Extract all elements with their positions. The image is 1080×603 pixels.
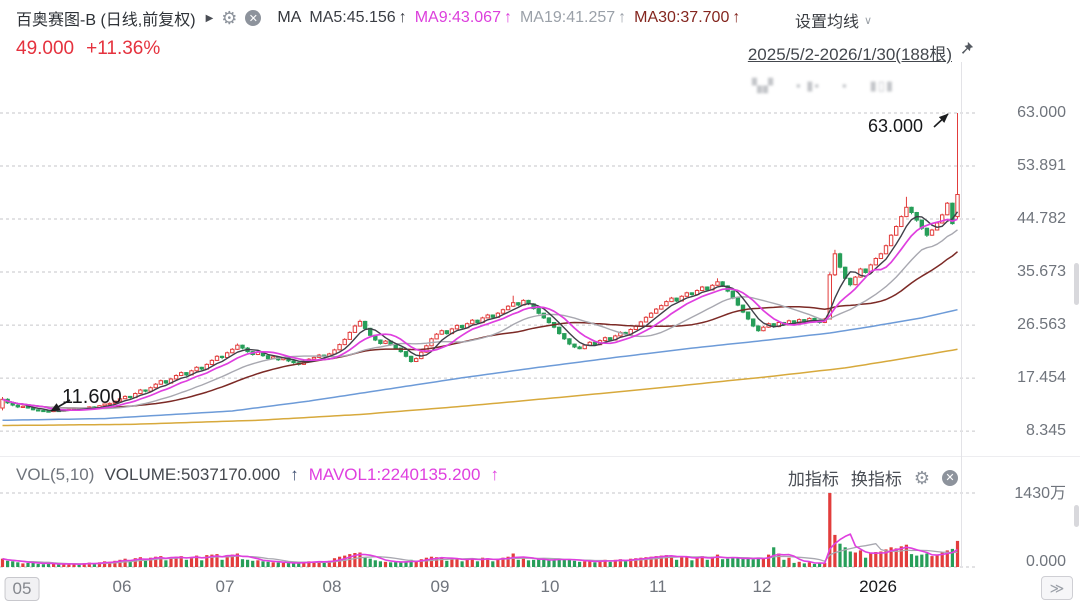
x-axis-label-05: 05 xyxy=(5,577,40,601)
ma19-legend: MA19:41.257↑ xyxy=(520,9,626,27)
price-axis-label: 26.563 xyxy=(974,316,1066,334)
chart-header: 百奥赛图-B (日线,前复权) ▶ ⚙ ✕ MA MA5:45.156↑ MA9… xyxy=(16,6,740,30)
pin-icon[interactable] xyxy=(959,41,974,56)
last-price: 49.000 xyxy=(16,38,74,60)
expand-arrow-icon[interactable]: ▶ xyxy=(206,13,214,24)
price-axis-label: 53.891 xyxy=(974,157,1066,175)
mavol1-value: MAVOL1:2240135.200 xyxy=(309,465,481,485)
ma-settings-button[interactable]: 设置均线 ∨ xyxy=(795,8,872,32)
chart-canvas[interactable] xyxy=(0,0,1080,603)
axis-separator xyxy=(961,62,962,568)
ghost-tool-icon-3[interactable]: ▪ xyxy=(842,78,848,94)
volume-axis-label: 1430万 xyxy=(974,479,1066,503)
high-price-annotation: 63.000 xyxy=(868,116,923,137)
volume-value: VOLUME:5037170.000 xyxy=(104,465,280,485)
ma30-legend: MA30:37.700↑ xyxy=(634,9,740,27)
price-axis-label: 8.345 xyxy=(974,422,1066,440)
x-axis-label-09: 09 xyxy=(431,577,450,597)
up-arrow-icon: ↑ xyxy=(399,9,407,27)
gear-icon[interactable]: ⚙ xyxy=(221,9,237,27)
price-axis-label: 44.782 xyxy=(974,210,1066,228)
low-price-annotation: 11.600 xyxy=(62,386,122,409)
scrollbar-thumb[interactable] xyxy=(1074,505,1079,527)
up-arrow-icon: ↑ xyxy=(732,9,740,27)
switch-indicator-button[interactable]: 换指标 xyxy=(851,465,902,490)
volume-axis-label: 0.000 xyxy=(974,553,1066,571)
ghost-toolbar: ▚▞ ▪ ▮▪ ▪ ▮▯▮ xyxy=(752,78,894,94)
x-axis-label-10: 10 xyxy=(541,577,560,597)
x-axis-label-08: 08 xyxy=(323,577,342,597)
pane-separator xyxy=(0,456,1080,457)
up-arrow-icon: ↑ xyxy=(290,465,299,485)
instrument-title: 百奥赛图-B (日线,前复权) xyxy=(16,6,196,30)
ma5-legend: MA5:45.156↑ xyxy=(309,9,406,27)
x-axis-label-06: 06 xyxy=(113,577,132,597)
up-arrow-icon: ↑ xyxy=(504,9,512,27)
x-axis-label-12: 12 xyxy=(753,577,772,597)
ghost-tool-icon-1[interactable]: ▚▞ xyxy=(752,78,774,94)
scroll-right-button[interactable]: ≫ xyxy=(1041,576,1073,600)
x-axis-label-11: 11 xyxy=(649,577,667,597)
up-arrow-icon: ↑ xyxy=(490,465,499,485)
volume-pane-buttons: 加指标 换指标 ⚙ ✕ xyxy=(788,465,958,490)
up-arrow-icon: ↑ xyxy=(618,9,626,27)
ma-legend-title: MA xyxy=(277,9,301,27)
chevron-down-icon: ∨ xyxy=(864,14,872,27)
x-axis-label-2026: 2026 xyxy=(859,577,897,597)
ma9-legend: MA9:43.067↑ xyxy=(415,9,512,27)
add-indicator-button[interactable]: 加指标 xyxy=(788,465,839,490)
gear-icon[interactable]: ⚙ xyxy=(914,469,930,487)
stock-chart-app: 百奥赛图-B (日线,前复权) ▶ ⚙ ✕ MA MA5:45.156↑ MA9… xyxy=(0,0,1080,603)
date-range-link[interactable]: 2025/5/2-2026/1/30(188根) xyxy=(748,40,952,65)
close-icon[interactable]: ✕ xyxy=(245,10,261,26)
ghost-tool-icon-4[interactable]: ▮▯▮ xyxy=(870,78,894,94)
vol-indicator-label: VOL(5,10) xyxy=(16,465,94,485)
volume-header: VOL(5,10) VOLUME:5037170.000 ↑ MAVOL1:22… xyxy=(16,465,499,485)
change-percent: +11.36% xyxy=(86,38,160,60)
scrollbar-thumb[interactable] xyxy=(1074,263,1079,305)
price-axis-label: 63.000 xyxy=(974,104,1066,122)
price-axis-label: 35.673 xyxy=(974,263,1066,281)
price-axis-label: 17.454 xyxy=(974,369,1066,387)
x-axis-label-07: 07 xyxy=(216,577,235,597)
price-row: 49.000 +11.36% xyxy=(16,38,160,60)
close-icon[interactable]: ✕ xyxy=(942,470,958,486)
ghost-tool-icon-2[interactable]: ▪ ▮▪ xyxy=(796,78,820,94)
